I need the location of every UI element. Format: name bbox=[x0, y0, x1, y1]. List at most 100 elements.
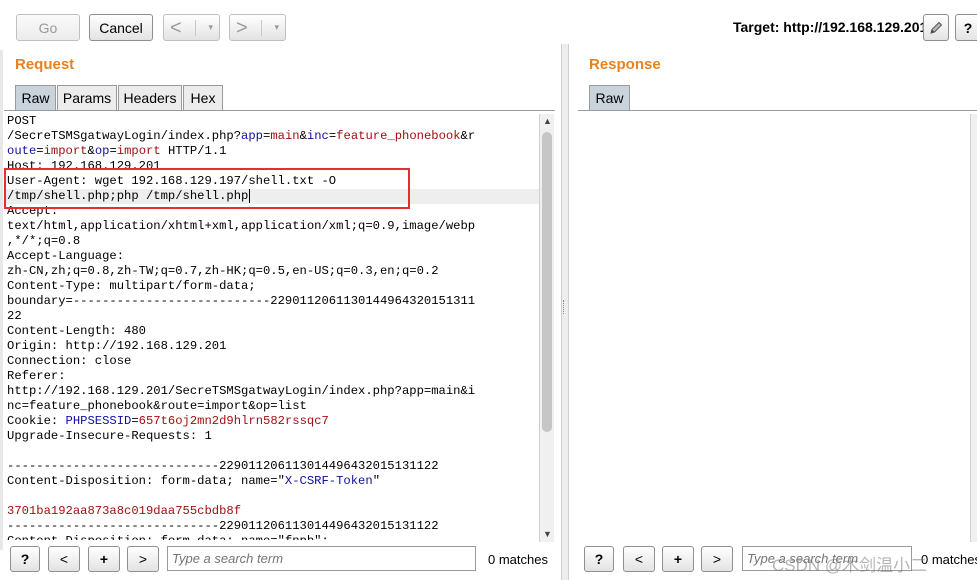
request-token: Cookie: bbox=[7, 414, 66, 428]
response-editor-border bbox=[578, 110, 977, 111]
request-token: http://192.168.129.201/SecreTSMSgatwayLo… bbox=[7, 384, 476, 398]
request-token: Referer: bbox=[7, 369, 66, 383]
request-token: import bbox=[43, 144, 88, 158]
request-token: X-CSRF-Token bbox=[284, 474, 373, 488]
request-token: -----------------------------22901120611… bbox=[7, 519, 439, 533]
chevron-down-icon: ▾ bbox=[274, 22, 279, 32]
request-scroll-thumb[interactable] bbox=[542, 132, 552, 432]
request-line: Content-Length: 480 bbox=[4, 324, 539, 339]
request-line: Referer: bbox=[4, 369, 539, 384]
tab-request-params[interactable]: Params bbox=[57, 85, 117, 110]
request-token: import bbox=[116, 144, 161, 158]
tab-request-raw[interactable]: Raw bbox=[15, 85, 56, 110]
highlight-annotation bbox=[4, 168, 410, 209]
request-line: zh-CN,zh;q=0.8,zh-TW;q=0.7,zh-HK;q=0.5,e… bbox=[4, 264, 539, 279]
request-line: Connection: close bbox=[4, 354, 539, 369]
request-line: Content-Disposition: form-data; name="fn… bbox=[4, 534, 539, 540]
request-token: 657t6oj2mn2d9hlrn582rssqc7 bbox=[138, 414, 329, 428]
request-token: 22 bbox=[7, 309, 22, 323]
request-next-button[interactable]: > bbox=[127, 546, 159, 572]
tab-request-hex[interactable]: Hex bbox=[183, 85, 223, 110]
request-line: Cookie: PHPSESSID=657t6oj2mn2d9hlrn582rs… bbox=[4, 414, 539, 429]
request-add-button[interactable]: + bbox=[88, 546, 120, 572]
request-token: & bbox=[87, 144, 95, 158]
request-token: text/html,application/xhtml+xml,applicat… bbox=[7, 219, 476, 233]
request-line bbox=[4, 444, 539, 459]
back-history-button[interactable]: < ▾ bbox=[163, 14, 220, 41]
request-token: &r bbox=[460, 129, 476, 143]
request-token: Connection: close bbox=[7, 354, 132, 368]
request-line bbox=[4, 489, 539, 504]
request-token: Origin: http://192.168.129.201 bbox=[7, 339, 227, 353]
request-line: 22 bbox=[4, 309, 539, 324]
request-token: = bbox=[36, 144, 44, 158]
tab-request-headers[interactable]: Headers bbox=[118, 85, 182, 110]
request-help-button[interactable]: ? bbox=[10, 546, 40, 572]
request-token: = bbox=[131, 414, 139, 428]
scroll-up-icon[interactable]: ▲ bbox=[543, 116, 552, 126]
request-line: -----------------------------22901120611… bbox=[4, 519, 539, 534]
request-match-count: 0 matches bbox=[488, 552, 548, 567]
request-editor-border bbox=[4, 110, 555, 111]
request-line: Content-Disposition: form-data; name="X-… bbox=[4, 474, 539, 489]
target-label: Target: http://192.168.129.201 bbox=[733, 19, 928, 35]
scroll-down-icon[interactable]: ▼ bbox=[543, 529, 552, 539]
tab-response-raw[interactable]: Raw bbox=[589, 85, 630, 110]
response-scrollbar[interactable] bbox=[970, 114, 977, 542]
request-token: = bbox=[109, 144, 117, 158]
request-token: oute bbox=[7, 144, 37, 158]
request-token: ,*/*;q=0.8 bbox=[7, 234, 81, 248]
help-button-top[interactable]: ? bbox=[955, 14, 977, 41]
forward-arrow-icon: > bbox=[236, 16, 248, 39]
request-line: boundary=---------------------------2290… bbox=[4, 294, 539, 309]
request-title: Request bbox=[15, 56, 75, 73]
request-token: POST bbox=[7, 114, 37, 128]
request-token: Content-Length: 480 bbox=[7, 324, 146, 338]
request-token: 3701ba192aa873a8c019daa755cbdb8f bbox=[7, 504, 242, 518]
request-token: PHPSESSID bbox=[65, 414, 132, 428]
request-search-input[interactable] bbox=[167, 546, 476, 571]
edit-target-button[interactable] bbox=[923, 14, 949, 41]
go-button[interactable]: Go bbox=[16, 14, 80, 41]
request-line: nc=feature_phonebook&route=import&op=lis… bbox=[4, 399, 539, 414]
request-token: zh-CN,zh;q=0.8,zh-TW;q=0.7,zh-HK;q=0.5,e… bbox=[7, 264, 439, 278]
forward-history-button[interactable]: > ▾ bbox=[229, 14, 286, 41]
request-line: /SecreTSMSgatwayLogin/index.php?app=main… bbox=[4, 129, 539, 144]
request-token: feature_phonebook bbox=[336, 129, 461, 143]
request-line: text/html,application/xhtml+xml,applicat… bbox=[4, 219, 539, 234]
request-scrollbar[interactable]: ▲ ▼ bbox=[539, 114, 554, 542]
request-token: nc=feature_phonebook&route=import&op=lis… bbox=[7, 399, 307, 413]
pencil-icon bbox=[930, 21, 943, 34]
request-token: /SecreTSMSgatwayLogin/index.php? bbox=[7, 129, 242, 143]
response-add-button[interactable]: + bbox=[662, 546, 694, 572]
response-help-button[interactable]: ? bbox=[584, 546, 614, 572]
request-token: Upgrade-Insecure-Requests: 1 bbox=[7, 429, 212, 443]
request-token: " bbox=[372, 474, 381, 488]
request-line: Accept-Language: bbox=[4, 249, 539, 264]
request-token: Accept-Language: bbox=[7, 249, 125, 263]
request-token: app bbox=[241, 129, 263, 143]
response-title: Response bbox=[589, 56, 661, 73]
request-token: main bbox=[270, 129, 300, 143]
cancel-button[interactable]: Cancel bbox=[89, 14, 153, 41]
request-line: 3701ba192aa873a8c019daa755cbdb8f bbox=[4, 504, 539, 519]
response-next-button[interactable]: > bbox=[701, 546, 733, 572]
splitter-grip-icon bbox=[563, 300, 567, 314]
request-prev-button[interactable]: < bbox=[48, 546, 80, 572]
request-line: ,*/*;q=0.8 bbox=[4, 234, 539, 249]
response-prev-button[interactable]: < bbox=[623, 546, 655, 572]
request-token: Content-Disposition: form-data; name=" bbox=[7, 474, 285, 488]
request-line: Content-Type: multipart/form-data; bbox=[4, 279, 539, 294]
request-token: HTTP/1.1 bbox=[160, 144, 227, 158]
watermark-text: CSDN @木剑温小二 bbox=[772, 556, 928, 575]
request-line: POST bbox=[4, 114, 539, 129]
request-line: -----------------------------22901120611… bbox=[4, 459, 539, 474]
request-token: -----------------------------22901120611… bbox=[7, 459, 439, 473]
request-line: Upgrade-Insecure-Requests: 1 bbox=[4, 429, 539, 444]
request-line: Origin: http://192.168.129.201 bbox=[4, 339, 539, 354]
request-token: Content-Disposition: form-data; name="fn… bbox=[7, 534, 329, 540]
left-edge-strip bbox=[0, 50, 3, 550]
response-editor[interactable] bbox=[578, 114, 977, 542]
back-arrow-icon: < bbox=[170, 16, 182, 39]
request-token: op bbox=[94, 144, 110, 158]
